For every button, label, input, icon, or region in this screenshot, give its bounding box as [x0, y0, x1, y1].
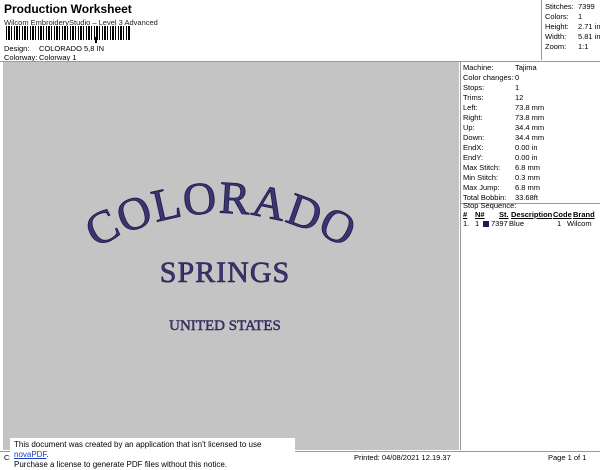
info-machine: Machine: Tajima — [463, 63, 537, 72]
info-right: Right: 73.8 mm — [463, 113, 545, 122]
page-number: Page 1 of 1 — [548, 453, 587, 462]
summary-width: Width: 5.81 in — [545, 32, 600, 41]
info-max-stitch: Max Stitch: 6.8 mm — [463, 163, 541, 172]
info-max-jump: Max Jump: 6.8 mm — [463, 183, 541, 192]
summary-colors: Colors: 1 — [545, 12, 583, 21]
stop-sequence-title: Stop Sequence: — [463, 201, 517, 210]
summary-panel: Stitches: 7399 Colors: 1 Height: 2.71 in Wi… — [541, 0, 600, 60]
design-row: Design: COLORADO 5,8 IN — [4, 44, 104, 53]
printed-date: Printed: 04/08/2021 12.19.37 — [354, 453, 451, 462]
notice-line-1: This document was created by an applicat… — [14, 440, 262, 459]
design-label: Design: — [4, 44, 30, 53]
license-notice: This document was created by an applicat… — [10, 438, 295, 469]
notice-line-2: Purchase a license to generate PDF files… — [14, 460, 227, 469]
thread-color-swatch — [483, 220, 489, 227]
info-color-changes: Color changes: 0 — [463, 73, 520, 82]
design-line-united-states: UNITED STATES — [169, 318, 281, 334]
info-up: Up: 34.4 mm — [463, 123, 545, 132]
info-min-stitch: Min Stitch: 0.3 mm — [463, 173, 541, 182]
page-title: Production Worksheet — [4, 2, 132, 16]
design-line-colorado: COLORADO — [77, 172, 365, 257]
info-endx: EndX: 0.00 in — [463, 143, 538, 152]
design-value: COLORADO 5,8 IN — [39, 44, 105, 53]
novapdf-link[interactable]: novaPDF — [14, 450, 46, 459]
info-down: Down: 34.4 mm — [463, 133, 545, 142]
design-preview: COLORADO SPRINGS UNITED STATES — [3, 62, 459, 450]
info-trims: Trims: 12 — [463, 93, 524, 102]
summary-height: Height: 2.71 in — [545, 22, 600, 31]
info-endy: EndY: 0.00 in — [463, 153, 538, 162]
barcode — [6, 26, 130, 40]
stop-sequence-header: # N# St. Description Code Brand — [463, 210, 595, 219]
machine-info-panel: Machine: Tajima Color changes: 0 Stops: 1 T… — [460, 62, 600, 450]
stop-sequence-row: 1. 1 7397 Blue 1 Wilcom — [463, 219, 592, 228]
design-line-springs: SPRINGS — [160, 256, 290, 289]
info-left: Left: 73.8 mm — [463, 103, 545, 112]
info-stops: Stops: 1 — [463, 83, 520, 92]
embroidery-design: COLORADO SPRINGS UNITED STATES — [77, 171, 365, 334]
summary-zoom: Zoom: 1:1 — [545, 42, 589, 51]
barcode-marker — [95, 37, 97, 43]
summary-stitches: Stitches: 7399 — [545, 2, 595, 11]
